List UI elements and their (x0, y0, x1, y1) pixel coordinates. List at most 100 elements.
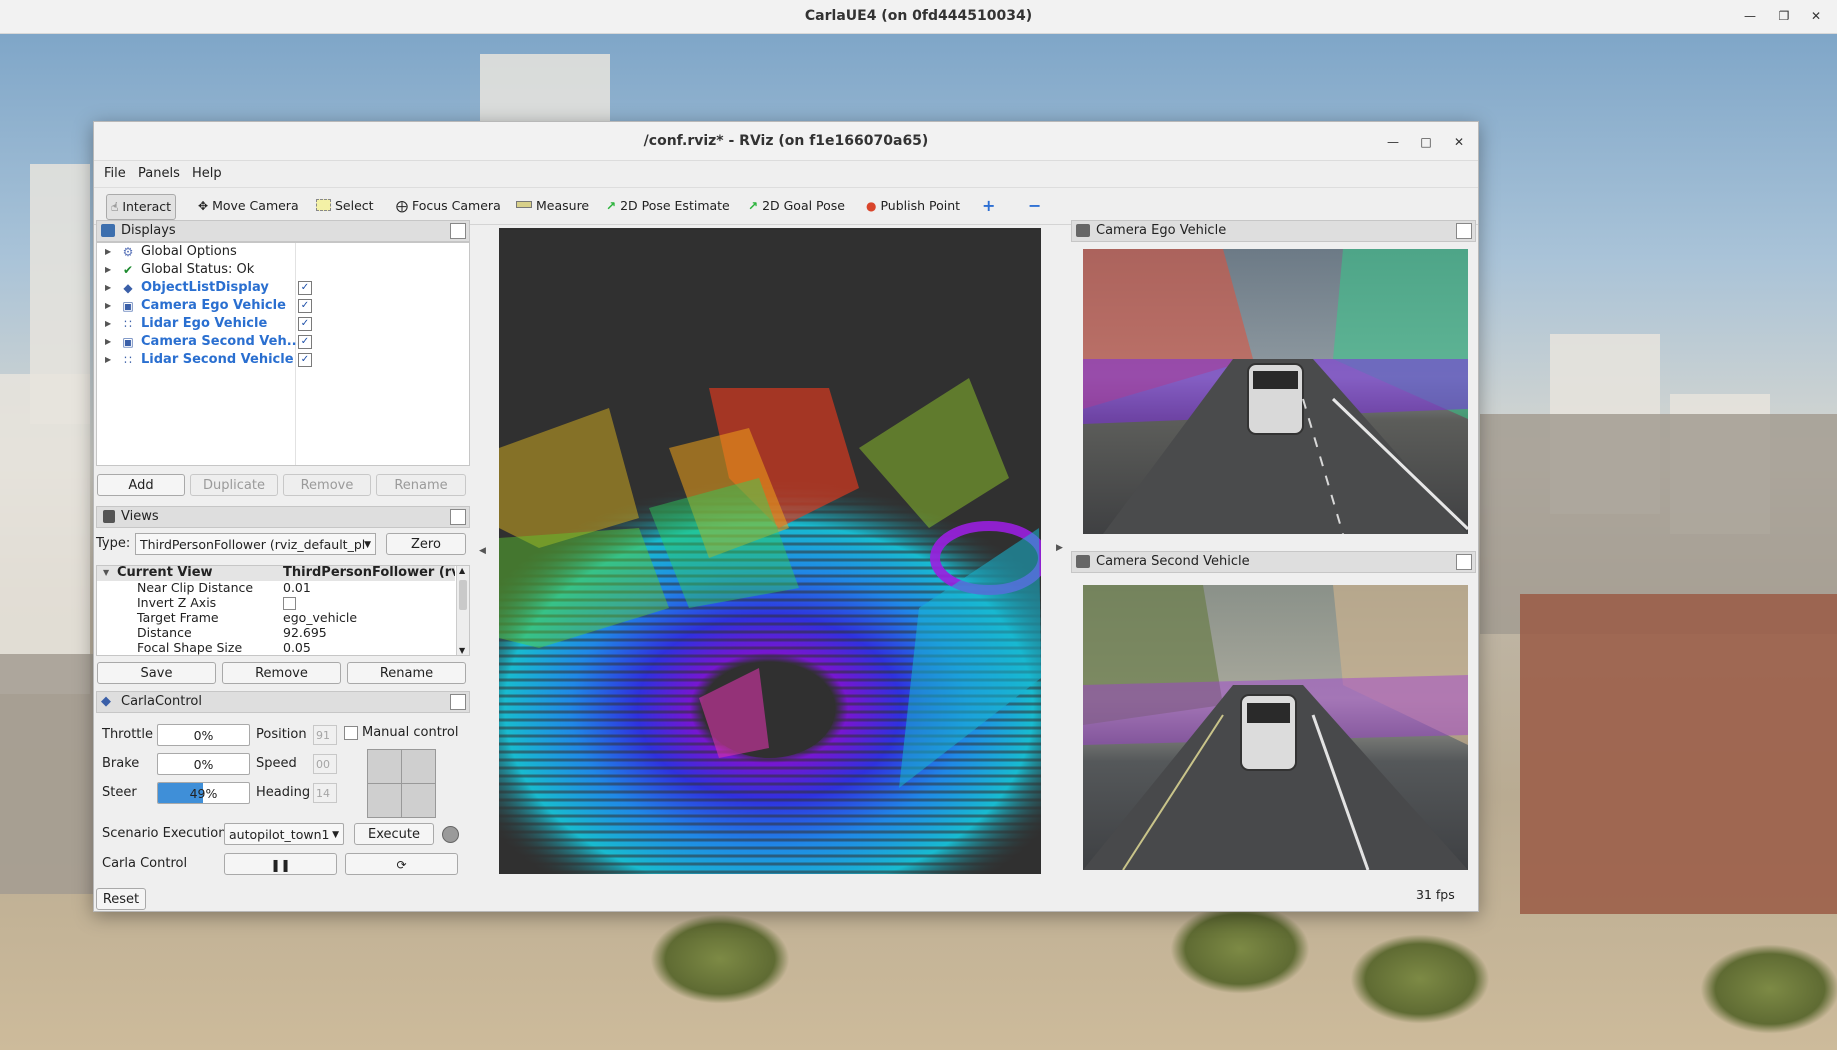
display-label: Global Status: Ok (141, 262, 255, 277)
tool-move-camera-label: Move Camera (212, 198, 299, 213)
3d-viewport[interactable] (499, 228, 1041, 874)
outer-window-titlebar: CarlaUE4 (on 0fd444510034) — ❐ ✕ (0, 0, 1837, 34)
display-enable-checkbox[interactable]: ✓ (298, 317, 312, 331)
view-type-value: ThirdPersonFollower (rviz_default_pl (140, 537, 366, 552)
pause-button[interactable]: ❚❚ (224, 853, 337, 875)
view-props-scrollbar[interactable]: ▲ ▼ (456, 566, 469, 655)
tool-select-label: Select (335, 198, 374, 213)
view-type-select[interactable]: ThirdPersonFollower (rviz_default_pl ▼ (135, 533, 376, 555)
tool-2d-goal-pose[interactable]: ↗ 2D Goal Pose (744, 194, 849, 218)
zero-view-button[interactable]: Zero (386, 533, 466, 555)
tool-measure[interactable]: Measure (512, 194, 593, 218)
camera-second-float-checkbox[interactable] (1456, 554, 1472, 570)
display-item-camera-second[interactable]: ▶ ▣ Camera Second Veh... ✓ (97, 333, 469, 351)
minimize-icon[interactable]: — (1740, 6, 1760, 26)
reset-button[interactable]: Reset (96, 888, 146, 910)
display-item-lidar-ego[interactable]: ▶ ∷ Lidar Ego Vehicle ✓ (97, 315, 469, 333)
brake-value: 0% (193, 757, 214, 772)
carla-control-panel-header: ◆ CarlaControl (96, 691, 470, 713)
display-enable-checkbox[interactable]: ✓ (298, 299, 312, 313)
minimize-icon[interactable]: — (1383, 132, 1403, 152)
display-item-camera-ego[interactable]: ▶ ▣ Camera Ego Vehicle ✓ (97, 297, 469, 315)
steering-pad[interactable] (367, 749, 436, 818)
scenario-select[interactable]: autopilot_town1 ▼ (224, 823, 344, 845)
carla-control-title: CarlaControl (121, 694, 202, 709)
menu-panels[interactable]: Panels (138, 166, 180, 181)
views-panel-header: Views (96, 506, 470, 528)
monitor-icon (101, 224, 115, 237)
view-type-label: Type: (96, 536, 131, 551)
heading-field: 14 (313, 783, 337, 803)
rviz-window: /conf.rviz* - RViz (on f1e166070a65) — □… (93, 121, 1479, 912)
rename-display-button[interactable]: Rename (376, 474, 466, 496)
camera-ego-panel-header: Camera Ego Vehicle (1071, 220, 1476, 242)
pose-arrow-icon: ↗ (606, 199, 617, 213)
camera-icon (1076, 224, 1090, 237)
camera-icon (1076, 555, 1090, 568)
view-prop-value: 0.01 (283, 580, 311, 595)
carla-control-label: Carla Control (102, 856, 188, 871)
display-item-objectlist[interactable]: ▶ ◆ ObjectListDisplay ✓ (97, 279, 469, 297)
pause-icon: ❚❚ (270, 858, 291, 872)
save-view-button[interactable]: Save (97, 662, 216, 684)
remove-tool-icon[interactable]: − (1024, 194, 1045, 218)
manual-control-checkbox[interactable] (344, 726, 358, 740)
displays-float-checkbox[interactable] (450, 223, 466, 239)
menu-file[interactable]: File (104, 166, 126, 181)
brake-bar: 0% (157, 753, 250, 775)
goal-arrow-icon: ↗ (748, 199, 759, 213)
tool-focus-camera[interactable]: ⨁ Focus Camera (392, 194, 505, 218)
view-prop-name: Focal Shape Size (137, 640, 243, 655)
manual-control-label[interactable]: Manual control (362, 725, 458, 740)
tool-interact-label: Interact (122, 199, 172, 214)
views-float-checkbox[interactable] (450, 509, 466, 525)
tool-goal-label: 2D Goal Pose (762, 198, 845, 213)
display-item-lidar-second[interactable]: ▶ ∷ Lidar Second Vehicle ✓ (97, 351, 469, 369)
pointcloud-icon: ∷ (124, 317, 132, 331)
display-enable-checkbox[interactable]: ✓ (298, 353, 312, 367)
camera-icon: ▣ (122, 335, 134, 349)
scroll-up-icon: ▲ (459, 566, 466, 575)
tool-interact[interactable]: ☝ Interact (106, 194, 177, 220)
menu-help[interactable]: Help (192, 166, 222, 181)
tool-select[interactable]: Select (312, 194, 378, 218)
remove-view-button[interactable]: Remove (222, 662, 341, 684)
remove-display-button[interactable]: Remove (283, 474, 371, 496)
rename-view-button[interactable]: Rename (347, 662, 466, 684)
position-field: 91 (313, 725, 337, 745)
display-enable-checkbox[interactable]: ✓ (298, 281, 312, 295)
tool-publish-point[interactable]: ● Publish Point (862, 194, 964, 218)
heading-label: Heading (256, 785, 311, 800)
close-icon[interactable]: ✕ (1806, 6, 1826, 26)
add-tool-icon[interactable]: + (978, 194, 999, 218)
focus-icon: ⨁ (396, 199, 408, 213)
step-once-button[interactable]: ⟳ (345, 853, 458, 875)
restore-icon[interactable]: ❐ (1774, 6, 1794, 26)
lidar-point-cloud (499, 378, 1041, 874)
add-display-button[interactable]: Add (97, 474, 185, 496)
position-label: Position (256, 727, 307, 742)
camera-ego-float-checkbox[interactable] (1456, 223, 1472, 239)
position-value: 91 (316, 729, 330, 742)
display-label: Camera Second Veh... (141, 334, 302, 349)
displays-tree: ▶ ⚙ Global Options ▶ ✔ Global Status: Ok ▶ ◆ O… (96, 242, 470, 466)
tool-focus-camera-label: Focus Camera (412, 198, 501, 213)
outer-window-title: CarlaUE4 (on 0fd444510034) (804, 8, 1033, 24)
rviz-titlebar: /conf.rviz* - RViz (on f1e166070a65) — □… (94, 122, 1478, 161)
tool-move-camera[interactable]: ✥ Move Camera (194, 194, 303, 218)
display-enable-checkbox[interactable]: ✓ (298, 335, 312, 349)
tool-2d-pose-estimate[interactable]: ↗ 2D Pose Estimate (602, 194, 734, 218)
camera-view-icon (103, 510, 115, 523)
collapse-left-icon[interactable]: ◀ (479, 546, 486, 556)
collapse-right-icon[interactable]: ▶ (1056, 543, 1063, 553)
execute-button[interactable]: Execute (354, 823, 434, 845)
pointcloud-icon: ∷ (124, 353, 132, 367)
maximize-icon[interactable]: □ (1416, 132, 1436, 152)
check-icon: ✔ (122, 263, 134, 277)
camera-ego-image (1083, 249, 1468, 534)
close-icon[interactable]: ✕ (1449, 132, 1469, 152)
duplicate-display-button[interactable]: Duplicate (190, 474, 278, 496)
status-indicator-icon (442, 826, 459, 843)
display-label: Lidar Second Vehicle (141, 352, 294, 367)
carla-control-float-checkbox[interactable] (450, 694, 466, 710)
